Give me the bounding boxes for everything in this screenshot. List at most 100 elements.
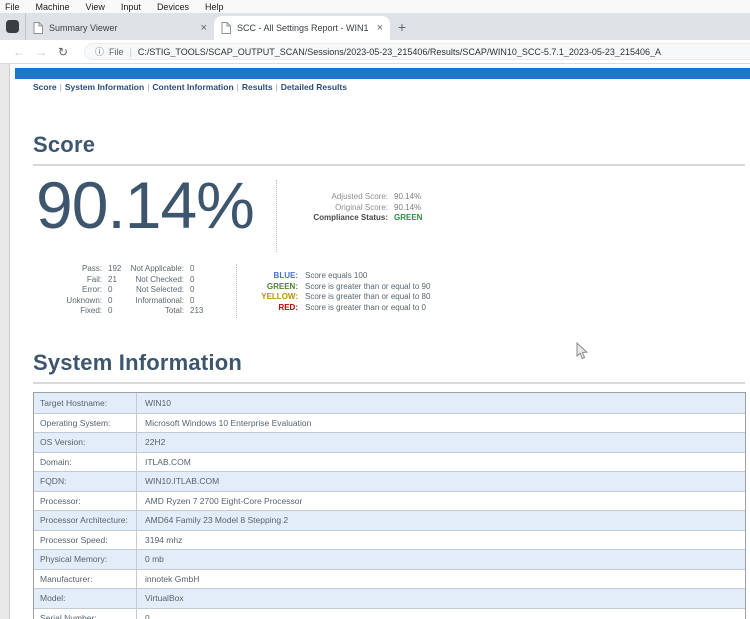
report-nav: Score|System Information|Content Informa…	[33, 82, 347, 92]
row-value: AMD64 Family 23 Model 8 Stepping 2	[137, 511, 745, 530]
informational-label: Informational:	[126, 296, 184, 307]
adjusted-score-label: Adjusted Score:	[284, 192, 388, 203]
screen: File Machine View Input Devices Help Sum…	[0, 0, 750, 619]
new-tab-button[interactable]: +	[390, 15, 414, 39]
table-row: Operating System: Microsoft Windows 10 E…	[34, 413, 745, 433]
back-icon[interactable]: ←	[8, 45, 30, 59]
original-score-label: Original Score:	[284, 203, 388, 214]
row-label: FQDN:	[34, 472, 137, 491]
nav-separator: |	[147, 82, 149, 92]
url-divider: |	[130, 47, 132, 57]
row-label: Manufacturer:	[34, 570, 137, 589]
nav-link-results[interactable]: Results	[242, 82, 273, 92]
score-heading: Score	[33, 132, 745, 166]
nav-separator: |	[60, 82, 62, 92]
url-scheme-label: File	[109, 47, 124, 57]
table-row: Model: VirtualBox	[34, 588, 745, 608]
row-value: WIN10.ITLAB.COM	[137, 472, 745, 491]
row-label: Model:	[34, 589, 137, 608]
table-row: FQDN: WIN10.ITLAB.COM	[34, 471, 745, 491]
tab-close-icon[interactable]: ×	[377, 23, 383, 33]
row-label: OS Version:	[34, 433, 137, 452]
tab-summary-viewer[interactable]: Summary Viewer ×	[26, 16, 214, 40]
mouse-cursor	[576, 342, 589, 361]
vm-menu-input[interactable]: Input	[121, 2, 141, 12]
table-row: OS Version: 22H2	[34, 432, 745, 452]
nav-link-detailed-results[interactable]: Detailed Results	[281, 82, 347, 92]
pass-label: Pass:	[62, 264, 102, 275]
table-row: Domain: ITLAB.COM	[34, 452, 745, 472]
unknown-label: Unknown:	[62, 296, 102, 307]
page-icon	[33, 22, 43, 34]
refresh-icon[interactable]: ↻	[52, 45, 74, 59]
vm-menu-view[interactable]: View	[86, 2, 105, 12]
legend-blue-label: BLUE:	[258, 271, 298, 282]
original-score-value: 90.14%	[394, 203, 450, 214]
row-label: Processor:	[34, 492, 137, 511]
nav-link-score[interactable]: Score	[33, 82, 57, 92]
table-row: Serial Number: 0	[34, 608, 745, 619]
not-applicable-count: 0	[190, 264, 220, 275]
vm-menu-bar: File Machine View Input Devices Help	[0, 0, 750, 13]
stats-legend-divider	[236, 264, 237, 318]
table-row: Processor Architecture: AMD64 Family 23 …	[34, 510, 745, 530]
browser-tab-strip: Summary Viewer × SCC - All Settings Repo…	[0, 13, 750, 40]
score-color-legend: BLUE: Score equals 100 GREEN: Score is g…	[258, 271, 520, 313]
browser-toolbar: ← → ↻ ⓘ File | C:/STIG_TOOLS/SCAP_OUTPUT…	[0, 40, 750, 64]
total-label: Total:	[126, 306, 184, 317]
informational-count: 0	[190, 296, 220, 307]
system-information-table: Target Hostname: WIN10 Operating System:…	[33, 392, 746, 619]
legend-red-label: RED:	[258, 303, 298, 314]
table-row: Physical Memory: 0 mb	[34, 549, 745, 569]
tab-title: Summary Viewer	[49, 23, 196, 33]
legend-blue-text: Score equals 100	[305, 271, 520, 282]
table-row: Manufacturer: innotek GmbH	[34, 569, 745, 589]
vm-menu-machine[interactable]: Machine	[36, 2, 70, 12]
row-label: Processor Speed:	[34, 531, 137, 550]
table-row: Processor Speed: 3194 mhz	[34, 530, 745, 550]
row-label: Processor Architecture:	[34, 511, 137, 530]
page-icon	[221, 22, 231, 34]
vm-menu-devices[interactable]: Devices	[157, 2, 189, 12]
nav-link-system-information[interactable]: System Information	[65, 82, 144, 92]
tab-close-icon[interactable]: ×	[201, 23, 207, 33]
row-label: Physical Memory:	[34, 550, 137, 569]
not-selected-count: 0	[190, 285, 220, 296]
tab-title: SCC - All Settings Report - WIN1	[237, 23, 372, 33]
row-label: Domain:	[34, 453, 137, 472]
report-header-bar	[15, 68, 750, 79]
vm-menu-file[interactable]: File	[5, 2, 20, 12]
error-label: Error:	[62, 285, 102, 296]
tab-scc-report[interactable]: SCC - All Settings Report - WIN1 ×	[214, 16, 390, 40]
nav-link-content-information[interactable]: Content Information	[152, 82, 233, 92]
address-bar[interactable]: ⓘ File | C:/STIG_TOOLS/SCAP_OUTPUT_SCAN/…	[84, 43, 750, 60]
row-value: WIN10	[137, 393, 745, 413]
score-summary-divider	[276, 180, 277, 252]
row-value: AMD Ryzen 7 2700 Eight-Core Processor	[137, 492, 745, 511]
info-icon[interactable]: ⓘ	[95, 45, 104, 58]
system-information-heading: System Information	[33, 350, 745, 384]
legend-red-text: Score is greater than or equal to 0	[305, 303, 520, 314]
vm-menu-help[interactable]: Help	[205, 2, 224, 12]
nav-separator: |	[276, 82, 278, 92]
forward-icon[interactable]: →	[30, 45, 52, 59]
not-selected-label: Not Selected:	[126, 285, 184, 296]
total-count: 213	[190, 306, 220, 317]
tab-actions-icon	[6, 20, 19, 33]
adjusted-score-value: 90.14%	[394, 192, 450, 203]
legend-yellow-text: Score is greater than or equal to 80	[305, 292, 520, 303]
score-value: 90.14%	[36, 174, 254, 236]
row-value: innotek GmbH	[137, 570, 745, 589]
table-row: Target Hostname: WIN10	[34, 393, 745, 413]
legend-yellow-label: YELLOW:	[258, 292, 298, 303]
table-row: Processor: AMD Ryzen 7 2700 Eight-Core P…	[34, 491, 745, 511]
row-value: VirtualBox	[137, 589, 745, 608]
row-label: Serial Number:	[34, 609, 137, 619]
tab-actions-button[interactable]	[0, 13, 26, 40]
row-value: 0	[137, 609, 745, 619]
compliance-status-label: Compliance Status:	[284, 213, 388, 224]
row-label: Target Hostname:	[34, 393, 137, 413]
result-counts-right: Not Applicable: 0 Not Checked: 0 Not Sel…	[126, 264, 220, 317]
row-value: 22H2	[137, 433, 745, 452]
nav-separator: |	[237, 82, 239, 92]
